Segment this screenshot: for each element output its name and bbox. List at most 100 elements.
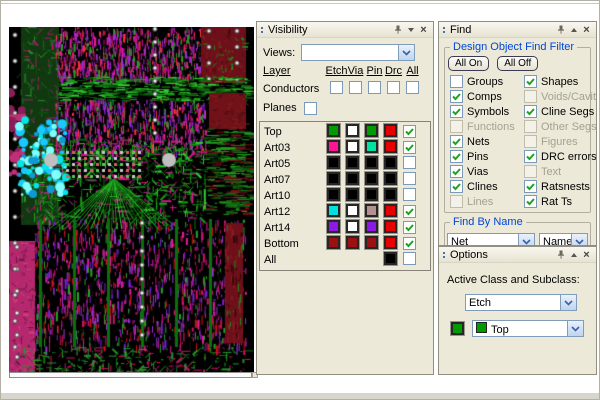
top-via-swatch[interactable] (346, 124, 359, 137)
find-filter-cline-segs[interactable]: Cline Segs (524, 105, 597, 118)
art05-pin-swatch[interactable] (365, 156, 378, 169)
column-header-etch[interactable]: Etch (326, 65, 348, 77)
checkbox[interactable] (450, 90, 463, 103)
find-by-name-category-combobox[interactable]: Net (447, 233, 535, 246)
collapse-icon[interactable] (567, 24, 580, 36)
all-drc-swatch[interactable] (384, 252, 397, 265)
art10-pin-swatch[interactable] (365, 188, 378, 201)
chevron-down-icon[interactable] (560, 295, 576, 310)
art07-all-checkbox[interactable] (403, 172, 416, 185)
top-all-checkbox[interactable] (403, 125, 416, 138)
checkbox[interactable] (450, 180, 463, 193)
conductors-all-checkbox[interactable] (406, 81, 419, 94)
checkbox[interactable] (450, 150, 463, 163)
art12-etch-swatch[interactable] (327, 204, 340, 217)
art10-via-swatch[interactable] (346, 188, 359, 201)
find-filter-comps[interactable]: Comps (450, 90, 524, 103)
checkbox[interactable] (524, 150, 537, 163)
art14-all-checkbox[interactable] (403, 221, 416, 234)
art14-pin-swatch[interactable] (365, 220, 378, 233)
art05-drc-swatch[interactable] (384, 156, 397, 169)
checkbox[interactable] (524, 180, 537, 193)
art14-drc-swatch[interactable] (384, 220, 397, 233)
art12-all-checkbox[interactable] (403, 205, 416, 218)
checkbox[interactable] (450, 75, 463, 88)
find-panel-header[interactable]: Find × (439, 22, 596, 38)
active-subclass-color-swatch[interactable] (451, 322, 464, 335)
collapse-icon[interactable] (567, 249, 580, 261)
art03-pin-swatch[interactable] (365, 140, 378, 153)
active-subclass-combobox[interactable]: Top (472, 320, 584, 337)
find-filter-nets[interactable]: Nets (450, 135, 524, 148)
checkbox[interactable] (450, 165, 463, 178)
top-pin-swatch[interactable] (365, 124, 378, 137)
pcb-design-canvas[interactable] (9, 27, 254, 372)
art12-drc-swatch[interactable] (384, 204, 397, 217)
find-filter-rat-ts[interactable]: Rat Ts (524, 195, 597, 208)
checkbox[interactable] (450, 105, 463, 118)
pcb-horizontal-scrollbar[interactable] (9, 372, 252, 378)
find-filter-ratsnests[interactable]: Ratsnests (524, 180, 597, 193)
find-filter-pins[interactable]: Pins (450, 150, 524, 163)
art03-via-swatch[interactable] (346, 140, 359, 153)
art12-via-swatch[interactable] (346, 204, 359, 217)
art03-etch-swatch[interactable] (327, 140, 340, 153)
pin-icon[interactable] (554, 24, 567, 36)
checkbox[interactable] (524, 75, 537, 88)
column-header-drc[interactable]: Drc (385, 65, 402, 77)
top-etch-swatch[interactable] (327, 124, 340, 137)
bottom-drc-swatch[interactable] (384, 236, 397, 249)
top-drc-swatch[interactable] (384, 124, 397, 137)
views-combobox[interactable] (301, 44, 415, 61)
close-icon[interactable]: × (417, 24, 430, 36)
chevron-down-icon[interactable] (567, 321, 583, 336)
bottom-etch-swatch[interactable] (327, 236, 340, 249)
planes-checkbox[interactable] (304, 102, 317, 115)
pin-icon[interactable] (554, 249, 567, 261)
find-filter-drc-errors[interactable]: DRC errors (524, 150, 597, 163)
find-filter-groups[interactable]: Groups (450, 75, 524, 88)
art14-etch-swatch[interactable] (327, 220, 340, 233)
find-filter-shapes[interactable]: Shapes (524, 75, 597, 88)
active-class-combobox[interactable]: Etch (465, 294, 577, 311)
all-all-checkbox[interactable] (403, 252, 416, 265)
art10-all-checkbox[interactable] (403, 188, 416, 201)
find-filter-symbols[interactable]: Symbols (450, 105, 524, 118)
checkbox[interactable] (524, 195, 537, 208)
visibility-panel-header[interactable]: Visibility × (257, 22, 433, 38)
column-header-all[interactable]: All (406, 65, 418, 77)
art10-etch-swatch[interactable] (327, 188, 340, 201)
checkbox[interactable] (524, 105, 537, 118)
art07-drc-swatch[interactable] (384, 172, 397, 185)
conductors-via-checkbox[interactable] (349, 81, 362, 94)
art07-pin-swatch[interactable] (365, 172, 378, 185)
art05-all-checkbox[interactable] (403, 156, 416, 169)
column-header-pin[interactable]: Pin (367, 65, 383, 77)
art03-drc-swatch[interactable] (384, 140, 397, 153)
conductors-drc-checkbox[interactable] (387, 81, 400, 94)
art07-via-swatch[interactable] (346, 172, 359, 185)
conductors-etch-checkbox[interactable] (330, 81, 343, 94)
art05-via-swatch[interactable] (346, 156, 359, 169)
find-filter-clines[interactable]: Clines (450, 180, 524, 193)
find-filter-vias[interactable]: Vias (450, 165, 524, 178)
art07-etch-swatch[interactable] (327, 172, 340, 185)
all-on-button[interactable]: All On (448, 56, 489, 71)
bottom-pin-swatch[interactable] (365, 236, 378, 249)
options-panel-header[interactable]: Options × (439, 247, 596, 263)
all-off-button[interactable]: All Off (497, 56, 538, 71)
collapse-icon[interactable] (404, 24, 417, 36)
chevron-down-icon[interactable] (398, 45, 414, 60)
column-header-via[interactable]: Via (348, 65, 364, 77)
art12-pin-swatch[interactable] (365, 204, 378, 217)
art14-via-swatch[interactable] (346, 220, 359, 233)
checkbox[interactable] (450, 135, 463, 148)
conductors-pin-checkbox[interactable] (368, 81, 381, 94)
pin-icon[interactable] (391, 24, 404, 36)
art05-etch-swatch[interactable] (327, 156, 340, 169)
close-icon[interactable]: × (580, 24, 593, 36)
find-by-name-mode-combobox[interactable]: Name (539, 233, 588, 246)
bottom-all-checkbox[interactable] (403, 237, 416, 250)
art10-drc-swatch[interactable] (384, 188, 397, 201)
art03-all-checkbox[interactable] (403, 141, 416, 154)
